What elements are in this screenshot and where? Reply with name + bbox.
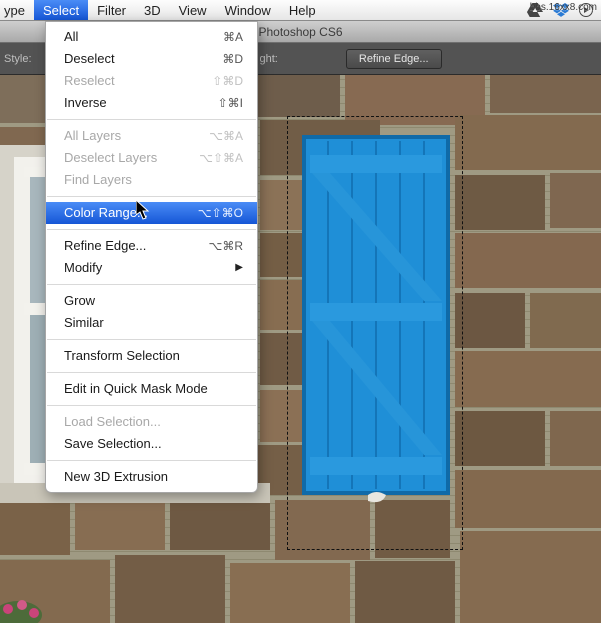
menu-inverse[interactable]: Inverse ⇧⌘I bbox=[46, 92, 257, 114]
menu-inverse-shortcut: ⇧⌘I bbox=[218, 94, 243, 112]
menu-select[interactable]: Select bbox=[34, 0, 88, 20]
menu-3d[interactable]: 3D bbox=[135, 0, 170, 20]
menu-new-3d-extrusion[interactable]: New 3D Extrusion bbox=[46, 466, 257, 488]
menu-help[interactable]: Help bbox=[280, 0, 325, 20]
menu-reselect-shortcut: ⇧⌘D bbox=[212, 72, 243, 90]
mac-menubar: ype Select Filter 3D View Window Help bbox=[0, 0, 601, 21]
menu-refine-edge[interactable]: Refine Edge... ⌥⌘R bbox=[46, 235, 257, 257]
menu-grow[interactable]: Grow bbox=[46, 290, 257, 312]
menu-reselect: Reselect ⇧⌘D bbox=[46, 70, 257, 92]
menu-all-layers-shortcut: ⌥⌘A bbox=[209, 127, 243, 145]
blue-shutter bbox=[304, 137, 448, 502]
menu-load-selection-label: Load Selection... bbox=[64, 413, 161, 431]
menu-modify-label: Modify bbox=[64, 259, 102, 277]
menu-type[interactable]: ype bbox=[0, 0, 34, 20]
menu-deselect[interactable]: Deselect ⌘D bbox=[46, 48, 257, 70]
menu-filter[interactable]: Filter bbox=[88, 0, 135, 20]
menu-new-3d-label: New 3D Extrusion bbox=[64, 468, 168, 486]
menu-modify[interactable]: Modify ▶ bbox=[46, 257, 257, 279]
menu-all-label: All bbox=[64, 28, 78, 46]
menu-all-shortcut: ⌘A bbox=[223, 28, 243, 46]
refine-edge-button[interactable]: Refine Edge... bbox=[346, 49, 442, 69]
select-menu-dropdown: All ⌘A Deselect ⌘D Reselect ⇧⌘D Inverse … bbox=[45, 21, 258, 493]
menu-all-layers: All Layers ⌥⌘A bbox=[46, 125, 257, 147]
menu-deselect-label: Deselect bbox=[64, 50, 115, 68]
menu-find-layers: Find Layers bbox=[46, 169, 257, 191]
menu-deselect-layers-shortcut: ⌥⇧⌘A bbox=[199, 149, 243, 167]
submenu-arrow-icon: ▶ bbox=[235, 259, 243, 277]
menu-grow-label: Grow bbox=[64, 292, 95, 310]
menu-load-selection: Load Selection... bbox=[46, 411, 257, 433]
menu-inverse-label: Inverse bbox=[64, 94, 107, 112]
menu-color-range-label: Color Range... bbox=[64, 204, 148, 222]
menu-similar-label: Similar bbox=[64, 314, 104, 332]
menu-deselect-layers: Deselect Layers ⌥⇧⌘A bbox=[46, 147, 257, 169]
menu-view[interactable]: View bbox=[170, 0, 216, 20]
menu-all[interactable]: All ⌘A bbox=[46, 26, 257, 48]
menu-deselect-layers-label: Deselect Layers bbox=[64, 149, 157, 167]
menu-save-selection[interactable]: Save Selection... bbox=[46, 433, 257, 455]
menu-window[interactable]: Window bbox=[216, 0, 280, 20]
watermark: bbs.16xx8.com bbox=[530, 2, 597, 13]
menu-save-selection-label: Save Selection... bbox=[64, 435, 162, 453]
app-title: Photoshop CS6 bbox=[258, 25, 342, 39]
style-label: Style: bbox=[4, 53, 32, 65]
menu-color-range[interactable]: Color Range... ⌥⇧⌘O bbox=[46, 202, 257, 224]
menu-transform-selection[interactable]: Transform Selection bbox=[46, 345, 257, 367]
menu-transform-label: Transform Selection bbox=[64, 347, 180, 365]
menu-similar[interactable]: Similar bbox=[46, 312, 257, 334]
menu-all-layers-label: All Layers bbox=[64, 127, 121, 145]
menu-quick-mask[interactable]: Edit in Quick Mask Mode bbox=[46, 378, 257, 400]
menu-refine-edge-shortcut: ⌥⌘R bbox=[209, 237, 244, 255]
menu-quick-mask-label: Edit in Quick Mask Mode bbox=[64, 380, 208, 398]
menu-reselect-label: Reselect bbox=[64, 72, 115, 90]
menu-refine-edge-label: Refine Edge... bbox=[64, 237, 146, 255]
height-label: ght: bbox=[260, 53, 278, 65]
menu-color-range-shortcut: ⌥⇧⌘O bbox=[198, 204, 243, 222]
menu-find-layers-label: Find Layers bbox=[64, 171, 132, 189]
menu-deselect-shortcut: ⌘D bbox=[222, 50, 243, 68]
